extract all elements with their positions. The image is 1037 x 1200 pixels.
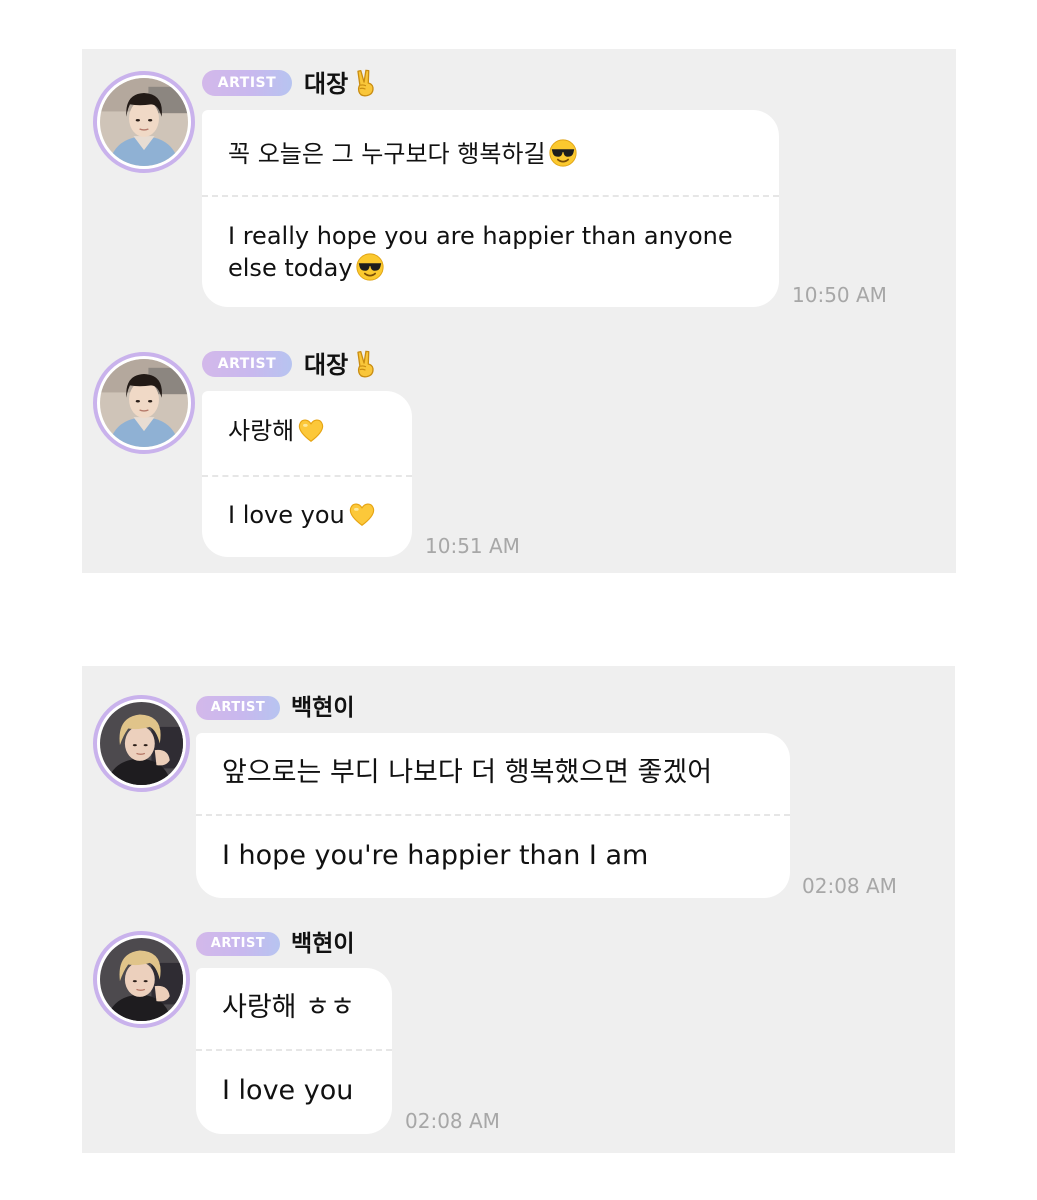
translation-divider [196,814,790,816]
sender-name-text: 백현이 [291,931,355,957]
message-bubble[interactable]: 사랑해 ㅎㅎ I love you [196,968,392,1134]
avatar-photo [100,702,183,785]
artist-badge: ARTIST [196,696,280,720]
korean-text: 꼭 오늘은 그 누구보다 행복하길 [228,138,753,170]
artist-badge: ARTIST [196,932,280,956]
english-translation: I love you [222,1075,366,1106]
artist-badge: ARTIST [202,70,292,96]
artist-avatar[interactable] [93,931,190,1028]
message-bubble[interactable]: 꼭 오늘은 그 누구보다 행복하길 I really hope you are … [202,110,779,307]
timestamp: 02:08 AM [802,874,897,898]
english-translation: I really hope you are happier than anyon… [228,221,753,284]
sender-name-text: 대장 [304,351,349,379]
translation-divider [202,195,779,197]
english-text-content: I hope you're happier than I am [222,840,649,871]
english-text-content: I love you [222,1075,354,1106]
yellow-heart-icon [296,415,326,445]
korean-text-content: 앞으로는 부디 나보다 더 행복했으면 좋겠어 [222,757,713,788]
english-text-content: I love you [228,501,345,529]
artist-avatar[interactable] [93,695,190,792]
translation-divider [196,1049,392,1051]
message-1: ARTIST 대장 꼭 오늘은 그 누구보다 행복하길 I really hop… [82,49,956,319]
sender-name-text: 대장 [304,70,349,98]
korean-text: 사랑해 [228,415,386,447]
victory-hand-icon [350,349,380,379]
korean-text-content: 꼭 오늘은 그 누구보다 행복하길 [228,140,546,168]
avatar-photo [100,359,188,447]
chat-panel-2: ARTIST 백현이 앞으로는 부디 나보다 더 행복했으면 좋겠어 I hop… [82,666,955,1153]
timestamp: 10:50 AM [792,283,887,307]
message-3: ARTIST 백현이 앞으로는 부디 나보다 더 행복했으면 좋겠어 I hop… [82,666,955,906]
artist-avatar[interactable] [93,352,195,454]
korean-text: 사랑해 ㅎㅎ [222,992,366,1023]
message-bubble[interactable]: 사랑해 I love you [202,391,412,557]
artist-badge: ARTIST [202,351,292,377]
translation-divider [202,475,412,477]
chat-panel-1: ARTIST 대장 꼭 오늘은 그 누구보다 행복하길 I really hop… [82,49,956,573]
english-translation: I hope you're happier than I am [222,840,764,871]
korean-text: 앞으로는 부디 나보다 더 행복했으면 좋겠어 [222,757,764,788]
timestamp: 10:51 AM [425,534,520,558]
message-2: ARTIST 대장 사랑해 I love you 10:51 AM [82,331,956,573]
korean-text-content: 사랑해 ㅎㅎ [222,992,355,1023]
korean-text-content: 사랑해 [228,417,295,445]
sender-name: 대장 [304,68,380,99]
sunglasses-face-icon [355,252,385,282]
english-translation: I love you [228,499,386,531]
artist-avatar[interactable] [93,71,195,173]
sender-name: 백현이 [291,693,354,723]
yellow-heart-icon [347,499,377,529]
sender-name-text: 백현이 [291,695,355,721]
message-bubble[interactable]: 앞으로는 부디 나보다 더 행복했으면 좋겠어 I hope you're ha… [196,733,790,898]
sender-name: 대장 [304,349,380,380]
english-text-content: I really hope you are happier than anyon… [228,222,733,282]
sender-name: 백현이 [291,929,354,959]
message-4: ARTIST 백현이 사랑해 ㅎㅎ I love you 02:08 AM [82,906,955,1153]
timestamp: 02:08 AM [405,1109,500,1133]
victory-hand-icon [350,68,380,98]
sunglasses-face-icon [548,138,578,168]
avatar-photo [100,78,188,166]
avatar-photo [100,938,183,1021]
